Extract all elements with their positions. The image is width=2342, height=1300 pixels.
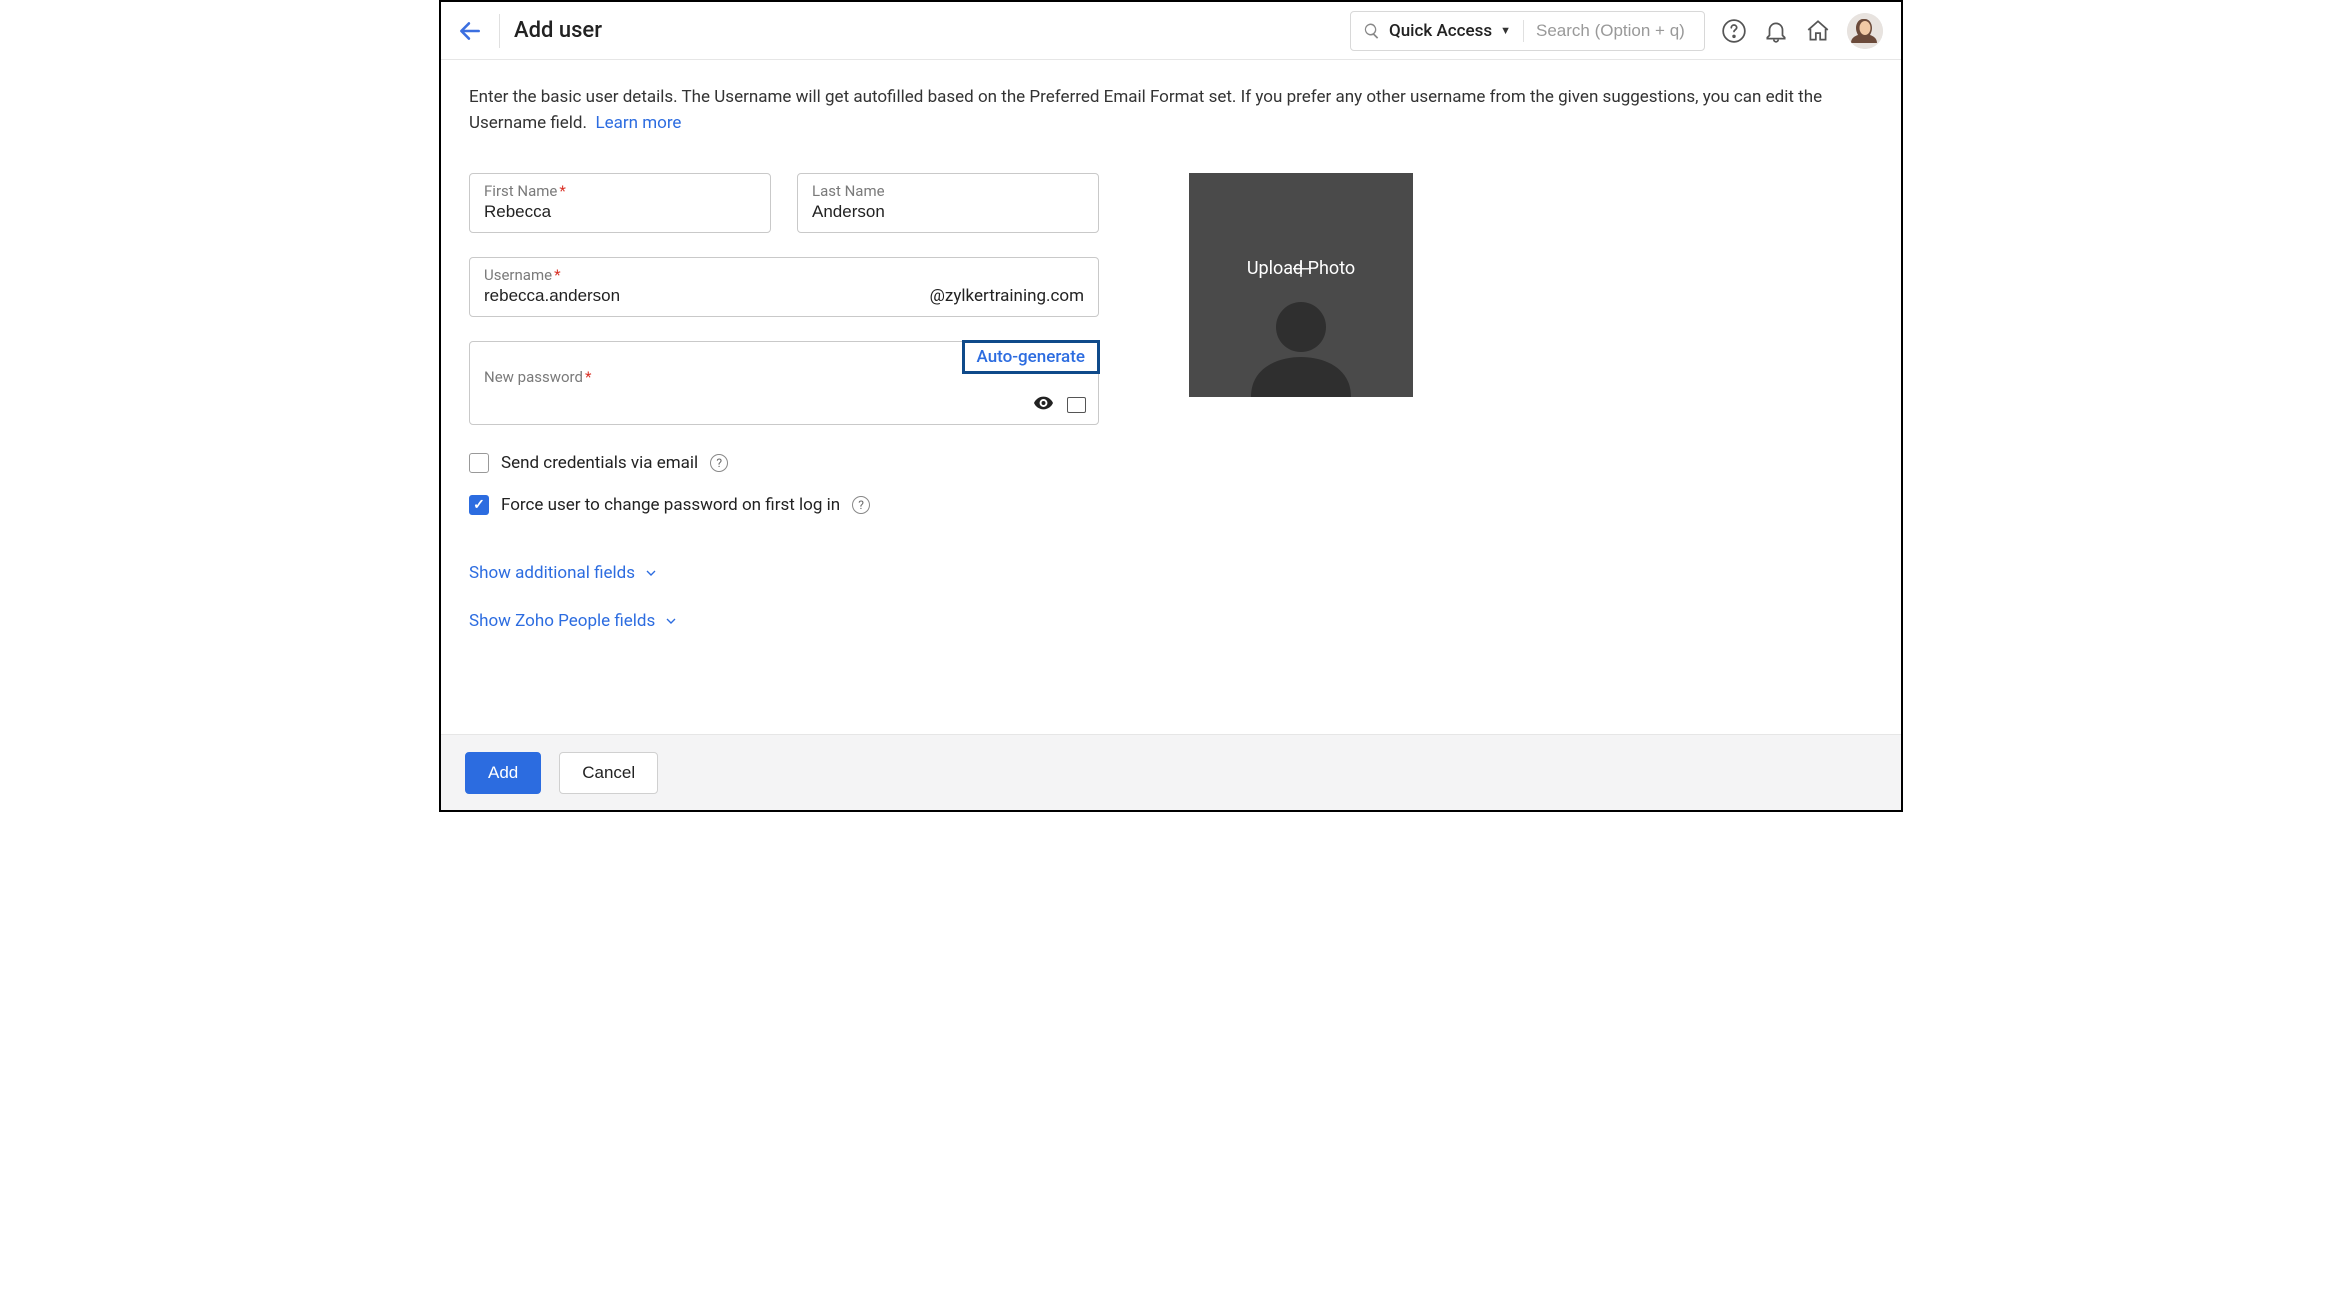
help-button[interactable]	[1721, 18, 1747, 44]
username-label: Username	[484, 266, 552, 284]
help-tooltip-icon[interactable]: ?	[710, 454, 728, 472]
intro-text: Enter the basic user details. The Userna…	[469, 84, 1873, 137]
last-name-field[interactable]: Last Name	[797, 173, 1099, 233]
home-icon	[1805, 18, 1831, 44]
username-field[interactable]: Username* @zylkertraining.com	[469, 257, 1099, 317]
eye-icon	[1034, 395, 1053, 411]
help-icon	[1721, 18, 1747, 44]
username-domain: @zylkertraining.com	[922, 286, 1084, 306]
quick-access-search: Quick Access ▼	[1350, 11, 1705, 51]
help-tooltip-icon[interactable]: ?	[852, 496, 870, 514]
force-change-checkbox[interactable]	[469, 495, 489, 515]
form-column: First Name* Last Name Username* @zylkert…	[469, 173, 1099, 631]
arrow-left-icon	[457, 18, 483, 44]
force-change-row: Force user to change password on first l…	[469, 495, 1099, 515]
name-row: First Name* Last Name	[469, 173, 1099, 233]
toggle-visibility-button[interactable]	[1034, 395, 1053, 416]
password-label: New password	[484, 368, 583, 386]
show-additional-fields-toggle[interactable]: Show additional fields	[469, 563, 1099, 583]
password-icons	[1034, 395, 1086, 416]
main-content: Enter the basic user details. The Userna…	[441, 60, 1901, 734]
avatar-icon	[1847, 13, 1883, 49]
required-asterisk: *	[559, 182, 565, 200]
learn-more-link[interactable]: Learn more	[595, 113, 681, 133]
force-change-label: Force user to change password on first l…	[501, 495, 840, 515]
username-input[interactable]	[484, 286, 922, 306]
auto-generate-button[interactable]: Auto-generate	[962, 340, 1100, 374]
required-asterisk: *	[554, 266, 560, 284]
chevron-down-icon	[663, 613, 679, 629]
bell-icon	[1763, 18, 1789, 44]
send-credentials-checkbox[interactable]	[469, 453, 489, 473]
upload-photo-label: Upload Photo	[1247, 258, 1355, 279]
username-wrap: @zylkertraining.com	[484, 286, 1084, 306]
first-name-field[interactable]: First Name*	[469, 173, 771, 233]
first-name-label: First Name	[484, 182, 557, 200]
header-divider	[499, 14, 500, 48]
quick-access-label: Quick Access	[1389, 21, 1492, 41]
send-credentials-row: Send credentials via email ?	[469, 453, 1099, 473]
home-button[interactable]	[1805, 18, 1831, 44]
back-button[interactable]	[455, 16, 485, 46]
header-left: Add user	[455, 14, 602, 48]
show-zoho-fields-toggle[interactable]: Show Zoho People fields	[469, 611, 1099, 631]
search-input[interactable]	[1524, 21, 1704, 41]
add-button[interactable]: Add	[465, 752, 541, 794]
caret-down-icon: ▼	[1500, 24, 1511, 37]
person-silhouette-icon	[1189, 302, 1413, 397]
send-credentials-label: Send credentials via email	[501, 453, 698, 473]
last-name-input[interactable]	[812, 202, 1084, 222]
copy-password-button[interactable]	[1067, 397, 1086, 413]
upload-photo-box[interactable]: ＋ Upload Photo	[1189, 173, 1413, 397]
search-icon	[1363, 22, 1381, 40]
password-field[interactable]: Auto-generate New password*	[469, 341, 1099, 425]
notifications-button[interactable]	[1763, 18, 1789, 44]
footer-actions: Add Cancel	[441, 734, 1901, 810]
profile-avatar[interactable]	[1847, 13, 1883, 49]
photo-column: ＋ Upload Photo	[1189, 173, 1413, 631]
header-right: Quick Access ▼	[1350, 11, 1883, 51]
page-title: Add user	[514, 18, 602, 43]
password-input[interactable]	[484, 388, 1084, 408]
cancel-button[interactable]: Cancel	[559, 752, 658, 794]
app-header: Add user Quick Access ▼	[441, 2, 1901, 60]
form-area: First Name* Last Name Username* @zylkert…	[469, 173, 1873, 631]
required-asterisk: *	[585, 368, 591, 386]
chevron-down-icon	[643, 565, 659, 581]
last-name-label: Last Name	[812, 182, 1084, 200]
first-name-input[interactable]	[484, 202, 756, 222]
quick-access-dropdown[interactable]: Quick Access ▼	[1351, 12, 1523, 50]
